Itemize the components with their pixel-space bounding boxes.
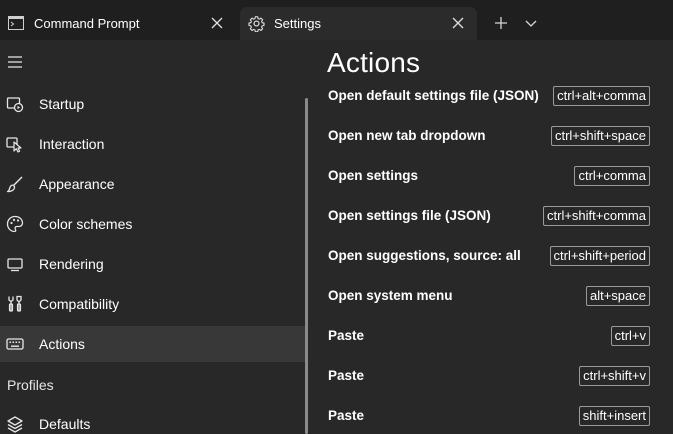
sidebar-item-color-schemes[interactable]: Color schemes (0, 206, 306, 242)
sidebar-item-rendering[interactable]: Rendering (0, 246, 306, 282)
action-name: Open suggestions, source: all (328, 248, 521, 263)
action-name: Paste (328, 368, 365, 383)
sidebar-item-label: Actions (39, 336, 85, 352)
monitor-icon (6, 255, 24, 273)
sidebar-item-interaction[interactable]: Interaction (0, 126, 306, 162)
sidebar-item-appearance[interactable]: Appearance (0, 166, 306, 202)
chevron-down-icon[interactable] (522, 13, 540, 33)
paintbrush-icon (6, 175, 24, 193)
keychord-badge[interactable]: ctrl+shift+period (549, 246, 650, 266)
tab-title: Command Prompt (34, 16, 140, 31)
keychord-badge[interactable]: ctrl+shift+comma (543, 206, 650, 226)
keychord-badge[interactable]: alt+space (585, 286, 650, 306)
keychord-badge[interactable]: ctrl+comma (574, 166, 650, 186)
keychord-badge[interactable]: ctrl+shift+space (550, 126, 650, 146)
sidebar-item-compatibility[interactable]: Compatibility (0, 286, 306, 322)
plus-icon[interactable] (490, 13, 512, 33)
keychord-badge[interactable]: shift+insert (578, 406, 650, 426)
action-row[interactable]: Open suggestions, source: all ctrl+shift… (308, 242, 673, 272)
sidebar-item-label: Defaults (39, 416, 91, 432)
terminal-icon (8, 16, 24, 30)
startup-icon (6, 95, 24, 113)
sidebar-item-label: Color schemes (39, 216, 133, 232)
sidebar-item-startup[interactable]: Startup (0, 86, 306, 122)
interaction-icon (6, 135, 24, 153)
action-name: Open system menu (328, 288, 453, 303)
action-row[interactable]: Open settings file (JSON) ctrl+shift+com… (308, 202, 673, 232)
gear-icon (248, 15, 265, 32)
action-row[interactable]: Paste shift+insert (308, 402, 673, 432)
action-name: Paste (328, 408, 365, 423)
sidebar-item-label: Startup (39, 96, 85, 112)
action-name: Paste (328, 328, 365, 343)
close-icon[interactable] (211, 17, 223, 29)
navigation-pane: Startup Interaction Appearance Color sch… (0, 40, 308, 434)
action-row[interactable]: Paste ctrl+shift+v (308, 362, 673, 392)
sidebar-item-actions[interactable]: Actions (0, 326, 306, 362)
sidebar-item-label: Appearance (39, 176, 115, 192)
action-row[interactable]: Open settings ctrl+comma (308, 162, 673, 192)
actions-page: Actions Open default settings file (JSON… (308, 40, 673, 434)
close-icon[interactable] (452, 17, 464, 29)
action-name: Open new tab dropdown (328, 128, 486, 143)
keychord-badge[interactable]: ctrl+shift+v (579, 366, 650, 386)
action-row[interactable]: Open new tab dropdown ctrl+shift+space (308, 122, 673, 152)
palette-icon (6, 215, 24, 233)
tab-settings[interactable]: Settings (240, 7, 477, 40)
tab-command-prompt[interactable]: Command Prompt (0, 7, 236, 40)
tab-title: Settings (274, 16, 321, 31)
wrench-icon (6, 295, 24, 313)
keyboard-icon (6, 335, 24, 353)
page-title: Actions (327, 47, 421, 78)
sidebar-item-defaults[interactable]: Defaults (0, 406, 306, 434)
profiles-header: Profiles (7, 377, 54, 393)
action-name: Open settings (328, 168, 419, 183)
terminal-window: Command Prompt Settings Startup Interact… (0, 0, 673, 434)
action-row[interactable]: Paste ctrl+v (308, 322, 673, 352)
keychord-badge[interactable]: ctrl+alt+comma (553, 86, 650, 106)
sidebar-item-label: Interaction (39, 136, 105, 152)
action-name: Open settings file (JSON) (328, 208, 491, 223)
hamburger-icon[interactable] (6, 54, 24, 70)
sidebar-item-label: Compatibility (39, 296, 120, 312)
action-name: Open default settings file (JSON) (328, 88, 539, 103)
sidebar-item-label: Rendering (39, 256, 104, 272)
layers-icon (6, 415, 24, 433)
tab-bar: Command Prompt Settings (0, 0, 673, 40)
action-row[interactable]: Open system menu alt+space (308, 282, 673, 312)
action-row[interactable]: Open default settings file (JSON) ctrl+a… (308, 82, 673, 112)
keychord-badge[interactable]: ctrl+v (610, 326, 650, 346)
